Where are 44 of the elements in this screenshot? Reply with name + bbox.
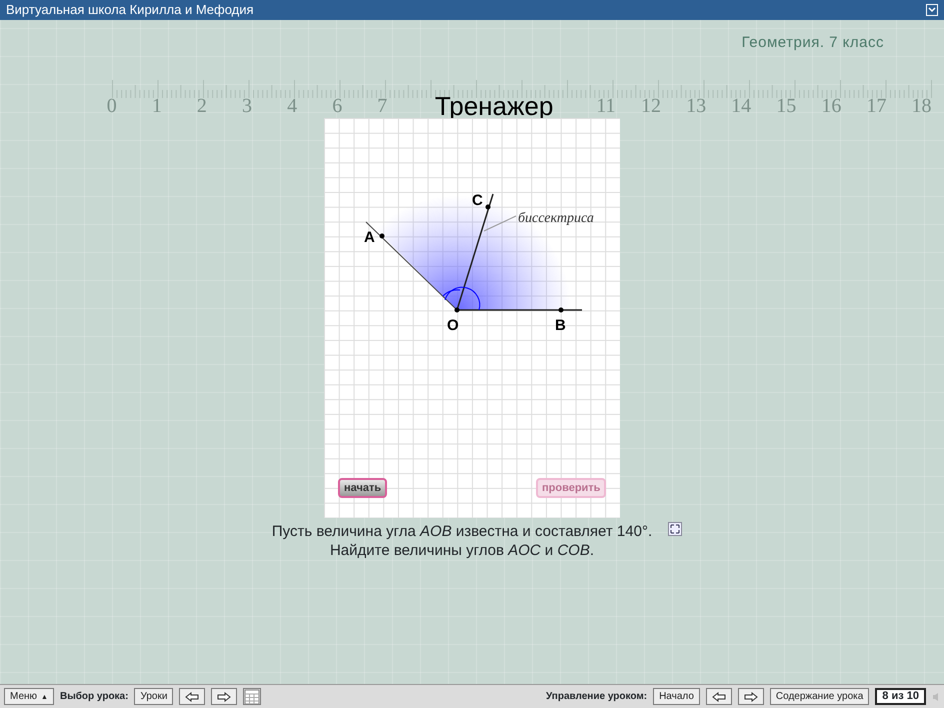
- ruler-number: 13: [685, 94, 708, 119]
- expand-icon[interactable]: [668, 522, 682, 536]
- right-arrow-icon: [744, 692, 758, 702]
- right-arrow-icon: [217, 692, 232, 702]
- left-arrow-icon: [712, 692, 726, 702]
- bisector-label: биссектриса: [518, 211, 594, 226]
- subject-title: Геометрия. 7 класс: [740, 33, 885, 53]
- back-button[interactable]: [179, 688, 206, 705]
- forward-button[interactable]: [738, 688, 764, 705]
- chevron-down-icon: [928, 7, 936, 13]
- ruler-number: 16: [820, 94, 842, 119]
- point-label: O: [447, 317, 459, 334]
- dropdown-button[interactable]: [926, 4, 938, 16]
- ruler-number: 12: [640, 94, 662, 119]
- left-arrow-icon: [185, 692, 200, 702]
- forward-button[interactable]: [211, 688, 238, 705]
- ruler-number: 17: [865, 94, 888, 119]
- ruler-number: 4: [286, 94, 298, 119]
- point-label: A: [364, 229, 375, 246]
- ruler-number: 11: [595, 94, 616, 119]
- page-counter: 8 из 10: [875, 688, 926, 705]
- point-label: C: [472, 192, 483, 209]
- grid-button[interactable]: [243, 688, 262, 705]
- start-lesson-button[interactable]: Начало: [653, 688, 700, 705]
- task-text: Пусть величина угла AOB известна и составляет 140°. Найдите величины углов AOC и COB.: [270, 522, 654, 560]
- ruler-number: 0: [106, 94, 118, 119]
- lesson-control-label: Управление уроком:: [546, 690, 648, 704]
- lessons-button[interactable]: Уроки: [134, 688, 174, 705]
- leader-line: [484, 216, 516, 232]
- ruler-number: 2: [196, 94, 208, 119]
- ruler-number: 15: [775, 94, 798, 119]
- ruler-number: 6: [331, 94, 344, 119]
- back-button[interactable]: [706, 688, 732, 705]
- ruler-number: 1: [150, 94, 163, 119]
- page-title: Тренажер: [434, 90, 554, 122]
- lesson-contents-button[interactable]: Содержание урока: [770, 688, 870, 705]
- point-label: B: [555, 317, 566, 334]
- ruler-number: 18: [910, 94, 933, 119]
- start-button[interactable]: начать: [338, 478, 388, 498]
- window-title: Виртуальная школа Кирилла и Мефодия: [6, 1, 254, 20]
- ruler-number: 3: [241, 94, 254, 119]
- lesson-select-label: Выбор урока:: [60, 690, 128, 704]
- ruler-number: 14: [730, 94, 752, 119]
- ruler-number: 7: [376, 94, 388, 119]
